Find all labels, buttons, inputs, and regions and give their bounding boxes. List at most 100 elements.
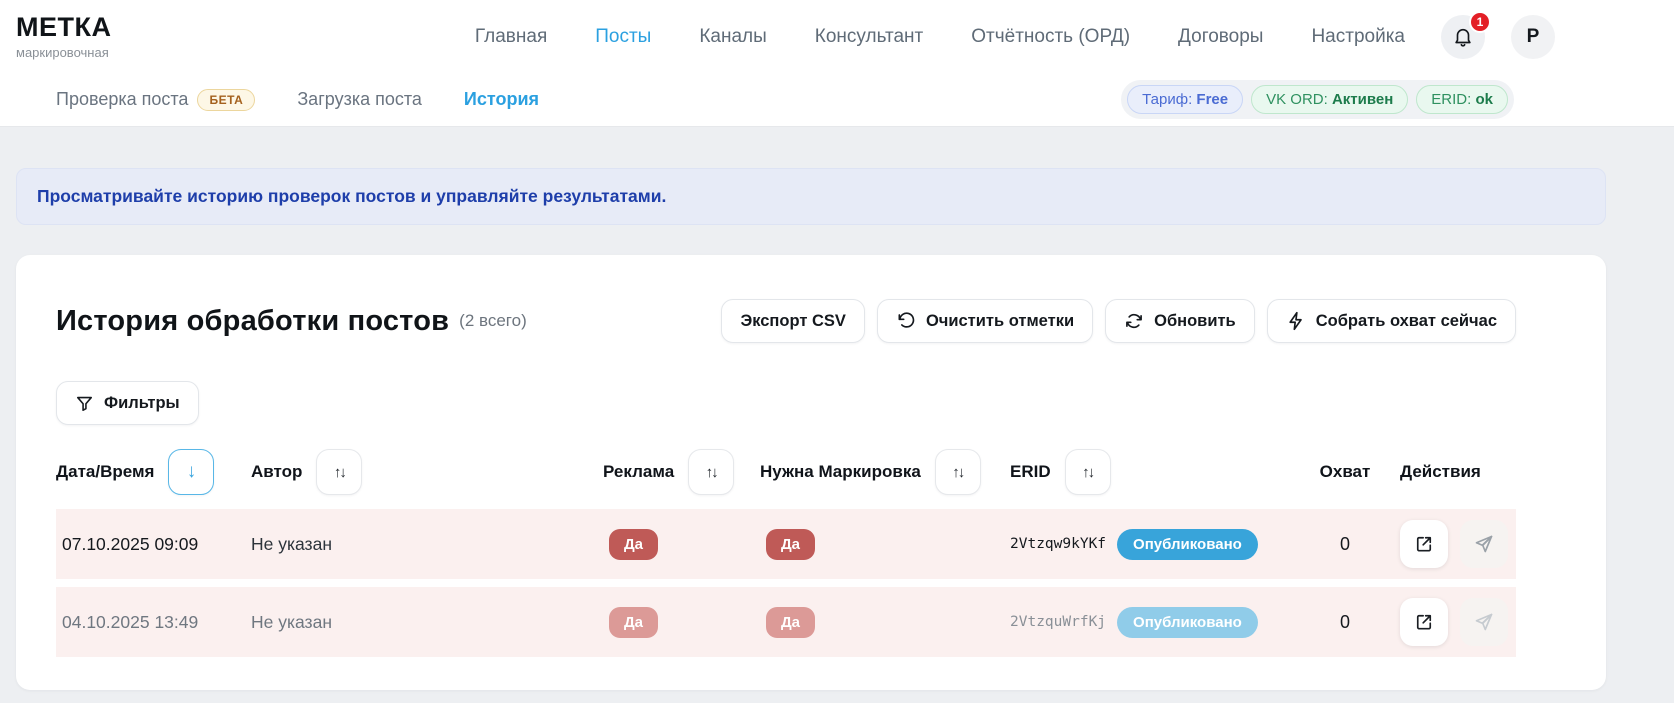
notification-count-badge: 1	[1469, 11, 1491, 33]
posts-subnav: Проверка поста БЕТА Загрузка поста Истор…	[56, 89, 539, 111]
external-link-icon	[1414, 612, 1434, 632]
paper-plane-icon	[1474, 534, 1494, 554]
cell-author: Не указан	[251, 534, 603, 555]
open-post-button[interactable]	[1400, 520, 1448, 568]
brand-logo[interactable]: МЕТКА маркировочная	[16, 13, 111, 59]
send-button[interactable]	[1460, 598, 1508, 646]
refresh-button[interactable]: Обновить	[1105, 299, 1255, 343]
notifications: 1	[1441, 15, 1485, 59]
undo-icon	[896, 311, 916, 331]
table-row: 04.10.2025 13:49 Не указан Да Да 2VtzquW…	[56, 587, 1516, 657]
tariff-badge: Тариф: Free	[1127, 85, 1243, 114]
header-actions: Экспорт CSV Очистить отметки	[721, 299, 1516, 343]
cell-actions	[1400, 598, 1508, 646]
nav-item-otchetnost[interactable]: Отчётность (ОРД)	[971, 26, 1130, 48]
subnav-item-proverka[interactable]: Проверка поста БЕТА	[56, 89, 255, 111]
cell-marking: Да	[760, 607, 1010, 638]
erid-value: 2Vtzqw9kYKf	[1010, 536, 1106, 552]
sort-button-erid[interactable]: ↑↓	[1065, 449, 1111, 495]
sub-nav-bar: Проверка поста БЕТА Загрузка поста Истор…	[0, 73, 1674, 127]
info-banner: Просматривайте историю проверок постов и…	[16, 168, 1606, 225]
beta-badge: БЕТА	[197, 89, 255, 111]
arrow-down-icon: ↓	[187, 461, 197, 483]
erid-badge: ERID: ok	[1416, 85, 1508, 114]
main-nav: Главная Посты Каналы Консультант Отчётно…	[475, 26, 1405, 48]
nav-item-dogovory[interactable]: Договоры	[1178, 26, 1263, 48]
table-header-row: Дата/Время ↓ Автор ↑↓ Реклама ↑↓ Нужна М…	[56, 449, 1516, 509]
subnav-item-label: Проверка поста	[56, 89, 188, 110]
sort-arrows-icon: ↑↓	[1082, 464, 1093, 481]
subnav-item-zagruzka[interactable]: Загрузка поста	[297, 89, 422, 110]
funnel-icon	[75, 394, 94, 413]
column-header-ad: Реклама ↑↓	[603, 449, 760, 495]
send-button[interactable]	[1460, 520, 1508, 568]
sort-button-author[interactable]: ↑↓	[316, 449, 362, 495]
page-body: Просматривайте историю проверок постов и…	[0, 168, 1674, 690]
subnav-item-istoriya[interactable]: История	[464, 89, 539, 110]
cell-reach: 0	[1290, 612, 1400, 633]
nav-item-posty[interactable]: Посты	[595, 26, 651, 48]
nav-item-konsultant[interactable]: Консультант	[815, 26, 923, 48]
cell-erid: 2VtzquWrfKj Опубликовано	[1010, 607, 1290, 638]
ad-yes-badge: Да	[609, 529, 658, 560]
sort-arrows-icon: ↑↓	[334, 464, 345, 481]
avatar[interactable]: P	[1511, 15, 1555, 59]
collect-reach-button[interactable]: Собрать охват сейчас	[1267, 299, 1516, 343]
filters-label: Фильтры	[104, 394, 180, 413]
cell-erid: 2Vtzqw9kYKf Опубликовано	[1010, 529, 1290, 560]
cell-marking: Да	[760, 529, 1010, 560]
column-label: Охват	[1320, 462, 1371, 482]
cell-reach: 0	[1290, 534, 1400, 555]
filters-button[interactable]: Фильтры	[56, 381, 199, 425]
app-root: МЕТКА маркировочная Главная Посты Каналы…	[0, 0, 1674, 690]
ad-yes-badge: Да	[609, 607, 658, 638]
sort-arrows-icon: ↑↓	[706, 464, 717, 481]
external-link-icon	[1414, 534, 1434, 554]
tariff-value: Free	[1196, 91, 1228, 108]
card-header: История обработки постов (2 всего) Экспо…	[56, 299, 1516, 343]
column-header-reach: Охват	[1290, 462, 1400, 482]
lightning-icon	[1286, 311, 1306, 331]
nav-item-nastroyka[interactable]: Настройка	[1311, 26, 1405, 48]
cell-ad: Да	[603, 607, 760, 638]
clear-marks-label: Очистить отметки	[926, 312, 1074, 331]
erid-value: ok	[1475, 91, 1493, 108]
column-header-datetime: Дата/Время ↓	[56, 449, 251, 495]
vkord-value: Активен	[1332, 91, 1393, 108]
status-badge: Опубликовано	[1117, 607, 1258, 638]
column-label: Реклама	[603, 462, 674, 482]
tariff-label: Тариф:	[1142, 91, 1196, 108]
sort-button-ad[interactable]: ↑↓	[688, 449, 734, 495]
nav-item-kanaly[interactable]: Каналы	[699, 26, 766, 48]
vkord-badge: VK ORD: Активен	[1251, 85, 1408, 114]
column-header-marking: Нужна Маркировка ↑↓	[760, 449, 1010, 495]
vkord-label: VK ORD:	[1266, 91, 1332, 108]
table-row: 07.10.2025 09:09 Не указан Да Да 2Vtzqw9…	[56, 509, 1516, 579]
cell-datetime: 07.10.2025 09:09	[56, 534, 251, 555]
column-label: ERID	[1010, 462, 1051, 482]
sort-button-marking[interactable]: ↑↓	[935, 449, 981, 495]
status-badge: Опубликовано	[1117, 529, 1258, 560]
erid-value: 2VtzquWrfKj	[1010, 614, 1106, 630]
nav-item-glavnaya[interactable]: Главная	[475, 26, 547, 48]
marking-yes-badge: Да	[766, 607, 815, 638]
column-header-actions: Действия	[1400, 462, 1516, 482]
brand-name: МЕТКА	[16, 13, 111, 41]
collect-reach-label: Собрать охват сейчас	[1316, 312, 1497, 331]
clear-marks-button[interactable]: Очистить отметки	[877, 299, 1093, 343]
export-csv-button[interactable]: Экспорт CSV	[721, 299, 864, 343]
refresh-icon	[1124, 311, 1144, 331]
history-table: Дата/Время ↓ Автор ↑↓ Реклама ↑↓ Нужна М…	[56, 449, 1516, 657]
refresh-label: Обновить	[1154, 312, 1236, 331]
column-label: Дата/Время	[56, 462, 154, 482]
erid-label: ERID:	[1431, 91, 1475, 108]
open-post-button[interactable]	[1400, 598, 1448, 646]
top-header: МЕТКА маркировочная Главная Посты Каналы…	[0, 0, 1674, 73]
cell-actions	[1400, 520, 1508, 568]
cell-ad: Да	[603, 529, 760, 560]
column-label: Нужна Маркировка	[760, 462, 921, 482]
column-label: Действия	[1400, 462, 1481, 482]
marking-yes-badge: Да	[766, 529, 815, 560]
column-header-author: Автор ↑↓	[251, 449, 603, 495]
sort-button-datetime[interactable]: ↓	[168, 449, 214, 495]
